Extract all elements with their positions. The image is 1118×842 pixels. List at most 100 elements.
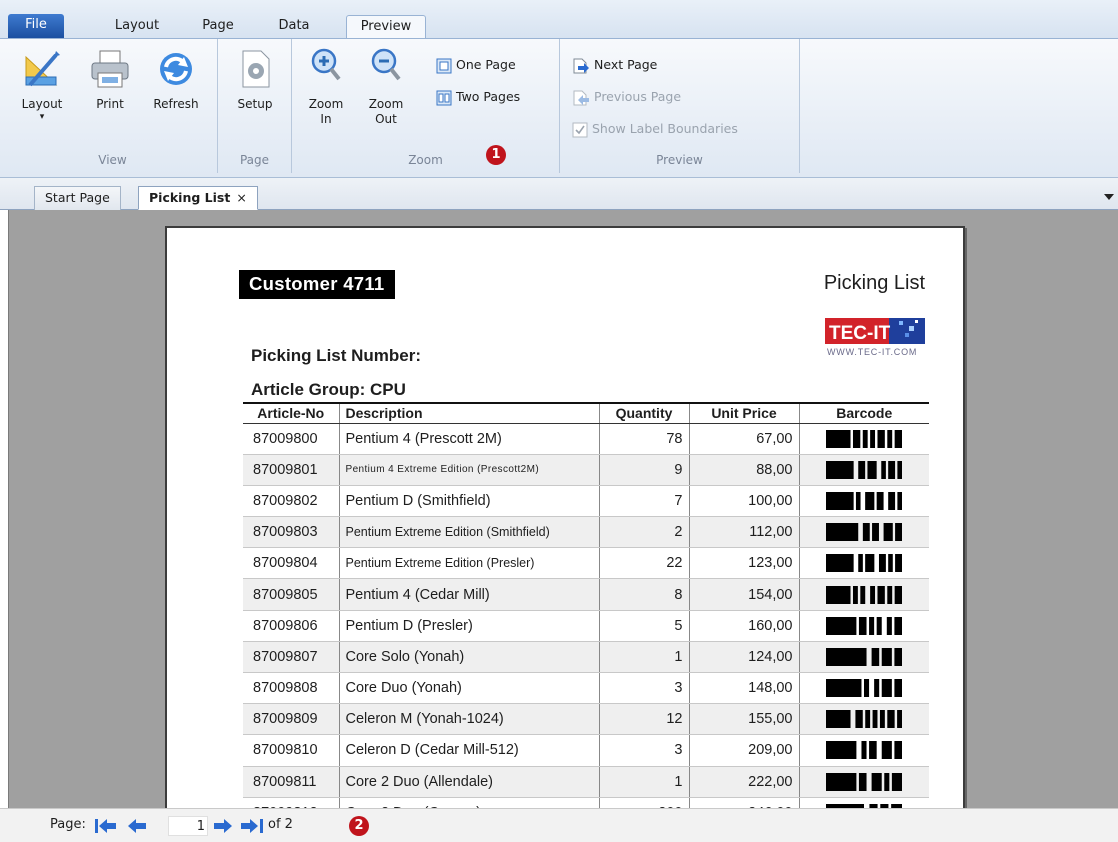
unit-price-cell: 209,00 xyxy=(688,734,799,767)
quantity-cell: 3 xyxy=(598,734,689,767)
description-cell: Pentium 4 (Prescott 2M) xyxy=(338,423,599,455)
preview-area[interactable]: Customer 4711 Picking List TEC-IT WWW.TE… xyxy=(8,210,1118,808)
group-preview-label: Preview xyxy=(656,153,703,167)
barcode-cell xyxy=(798,423,929,455)
one-page-button[interactable]: One Page xyxy=(436,55,516,77)
zoom-in-icon xyxy=(311,48,341,81)
description-cell: Pentium 4 (Cedar Mill) xyxy=(338,578,599,611)
callout-1-badge: 1 xyxy=(486,145,506,165)
unit-price-cell: 100,00 xyxy=(688,485,799,518)
barcode-cell xyxy=(798,578,929,611)
setup-button[interactable]: Setup xyxy=(230,47,280,112)
ribbon: Layout ▾ Print Refresh View Setup Page Z… xyxy=(0,38,1118,178)
quantity-cell: 2 xyxy=(598,516,689,549)
article-no-cell: 87009809 xyxy=(243,703,339,736)
quantity-cell: 3 xyxy=(598,672,689,705)
article-no-cell: 87009808 xyxy=(243,672,339,705)
table-row: 87009809 Celeron M (Yonah-1024) 12 155,00 xyxy=(243,703,929,736)
zoom-in-button[interactable]: Zoom In xyxy=(306,47,346,127)
barcode-cell xyxy=(798,766,929,798)
refresh-label: Refresh xyxy=(153,97,199,111)
refresh-icon xyxy=(160,53,192,85)
page-label: Page: xyxy=(50,817,86,832)
quantity-cell: 22 xyxy=(598,547,689,580)
close-icon[interactable]: × xyxy=(236,190,246,205)
unit-price-cell: 246,00 xyxy=(688,797,799,808)
zoom-out-icon xyxy=(371,48,401,81)
document-tabs: Start Page Picking List × xyxy=(0,178,1118,210)
article-no-cell: 87009801 xyxy=(243,454,339,486)
article-no-cell: 87009806 xyxy=(243,610,339,642)
barcode-image xyxy=(826,679,903,698)
quantity-cell: 5 xyxy=(598,610,689,642)
customer-heading: Customer 4711 xyxy=(239,270,395,299)
description-cell: Pentium 4 Extreme Edition (Prescott2M) xyxy=(338,454,599,486)
tab-picking-list[interactable]: Picking List × xyxy=(138,186,258,210)
logo-text: TEC-IT xyxy=(829,323,891,344)
article-no-cell: 87009804 xyxy=(243,547,339,580)
table-row: 87009810 Celeron D (Cedar Mill-512) 3 209,0… xyxy=(243,734,929,767)
article-no-cell: 87009803 xyxy=(243,516,339,549)
table-row: 87009800 Pentium 4 (Prescott 2M) 78 67,00 xyxy=(243,423,929,455)
table-row: 87009805 Pentium 4 (Cedar Mill) 8 154,00 xyxy=(243,578,929,611)
unit-price-cell: 88,00 xyxy=(688,454,799,486)
description-cell: Pentium Extreme Edition (Presler) xyxy=(338,547,599,580)
zoom-out-button[interactable]: Zoom Out xyxy=(366,47,406,127)
table-row: 87009803 Pentium Extreme Edition (Smithfi… xyxy=(243,516,929,549)
tab-start-page[interactable]: Start Page xyxy=(34,186,121,210)
next-page-button[interactable]: Next Page xyxy=(572,55,657,77)
next-page-nav-icon[interactable] xyxy=(213,819,233,833)
quantity-cell: 1 xyxy=(598,641,689,674)
group-page: Setup Page xyxy=(218,39,292,173)
description-cell: Celeron M (Yonah-1024) xyxy=(338,703,599,736)
table-row: 87009807 Core Solo (Yonah) 1 124,00 xyxy=(243,641,929,674)
article-no-cell: 87009810 xyxy=(243,734,339,767)
page-setup-icon xyxy=(242,50,270,88)
zoom-in-label: Zoom In xyxy=(308,97,344,126)
first-page-icon[interactable] xyxy=(95,819,117,833)
page-count-label: of 2 xyxy=(268,817,293,832)
tab-preview[interactable]: Preview xyxy=(346,15,426,38)
unit-price-cell: 154,00 xyxy=(688,578,799,611)
group-preview: Next Page Previous Page Show Label Bound… xyxy=(560,39,800,173)
show-label-boundaries-checkbox[interactable]: Show Label Boundaries xyxy=(572,119,738,141)
table-row: 87009808 Core Duo (Yonah) 3 148,00 xyxy=(243,672,929,705)
description-cell: Celeron D (Cedar Mill-512) xyxy=(338,734,599,767)
chevron-down-icon: ▾ xyxy=(39,112,45,122)
quantity-cell: 78 xyxy=(598,423,689,455)
article-no-cell: 87009811 xyxy=(243,766,339,798)
previous-page-button[interactable]: Previous Page xyxy=(572,87,681,109)
group-zoom: Zoom In Zoom Out One Page Two Pages Zoom xyxy=(292,39,560,173)
column-header: Unit Price xyxy=(688,402,799,424)
tab-file[interactable]: File xyxy=(8,14,64,38)
previous-page-nav-icon[interactable] xyxy=(127,819,147,833)
tab-page[interactable]: Page xyxy=(190,15,246,38)
print-button[interactable]: Print xyxy=(88,47,132,112)
tab-picking-list-label: Picking List xyxy=(149,190,231,205)
tab-data[interactable]: Data xyxy=(266,15,322,38)
description-cell: Pentium D (Smithfield) xyxy=(338,485,599,518)
group-view: Layout ▾ Print Refresh View xyxy=(8,39,218,173)
refresh-button[interactable]: Refresh xyxy=(148,47,204,112)
table-header-row: Article-No Description Quantity Unit Pri… xyxy=(243,402,929,424)
table-row: 87009804 Pentium Extreme Edition (Presler… xyxy=(243,547,929,580)
two-pages-button[interactable]: Two Pages xyxy=(436,87,520,109)
unit-price-cell: 124,00 xyxy=(688,641,799,674)
barcode-cell xyxy=(798,516,929,549)
unit-price-cell: 160,00 xyxy=(688,610,799,642)
last-page-icon[interactable] xyxy=(241,819,263,833)
unit-price-cell: 112,00 xyxy=(688,516,799,549)
tab-layout[interactable]: Layout xyxy=(100,15,174,38)
page-number-input[interactable] xyxy=(168,816,208,836)
quantity-cell: 9 xyxy=(598,454,689,486)
tab-list-dropdown-icon[interactable] xyxy=(1104,194,1114,200)
layout-button[interactable]: Layout ▾ xyxy=(20,47,64,122)
barcode-image xyxy=(826,491,903,510)
table-row: 87009806 Pentium D (Presler) 5 160,00 xyxy=(243,610,929,642)
unit-price-cell: 67,00 xyxy=(688,423,799,455)
tec-it-logo: TEC-IT WWW.TEC-IT.COM xyxy=(825,318,925,357)
barcode-image xyxy=(826,647,903,666)
article-no-cell: 87009802 xyxy=(243,485,339,518)
article-no-cell: 87009800 xyxy=(243,423,339,455)
one-page-icon xyxy=(436,58,452,73)
